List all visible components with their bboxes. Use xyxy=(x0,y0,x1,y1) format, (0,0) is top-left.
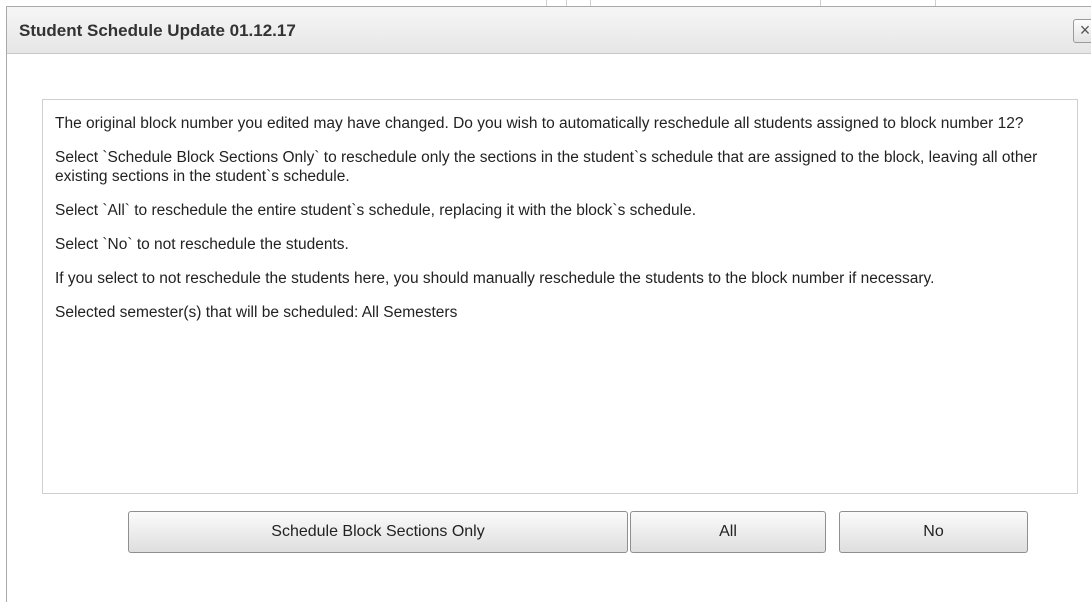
close-icon[interactable]: × xyxy=(1073,19,1091,43)
message-box: The original block number you edited may… xyxy=(42,99,1078,494)
dialog-title: Student Schedule Update 01.12.17 xyxy=(19,21,296,40)
schedule-block-sections-only-button[interactable]: Schedule Block Sections Only xyxy=(128,511,628,553)
no-button[interactable]: No xyxy=(839,511,1028,553)
message-paragraph: Select `Schedule Block Sections Only` to… xyxy=(55,149,1038,185)
message-paragraph: Selected semester(s) that will be schedu… xyxy=(55,304,458,321)
message-paragraph: Select `All` to reschedule the entire st… xyxy=(55,202,697,219)
message-paragraph: The original block number you edited may… xyxy=(55,115,1024,132)
all-button[interactable]: All xyxy=(630,511,826,553)
message-paragraph: If you select to not reschedule the stud… xyxy=(55,270,935,287)
schedule-update-dialog: Student Schedule Update 01.12.17 × The o… xyxy=(6,6,1091,602)
screen: Student Schedule Update 01.12.17 × The o… xyxy=(0,0,1091,602)
dialog-titlebar[interactable]: Student Schedule Update 01.12.17 × xyxy=(7,7,1091,54)
message-paragraph: Select `No` to not reschedule the studen… xyxy=(55,236,349,253)
